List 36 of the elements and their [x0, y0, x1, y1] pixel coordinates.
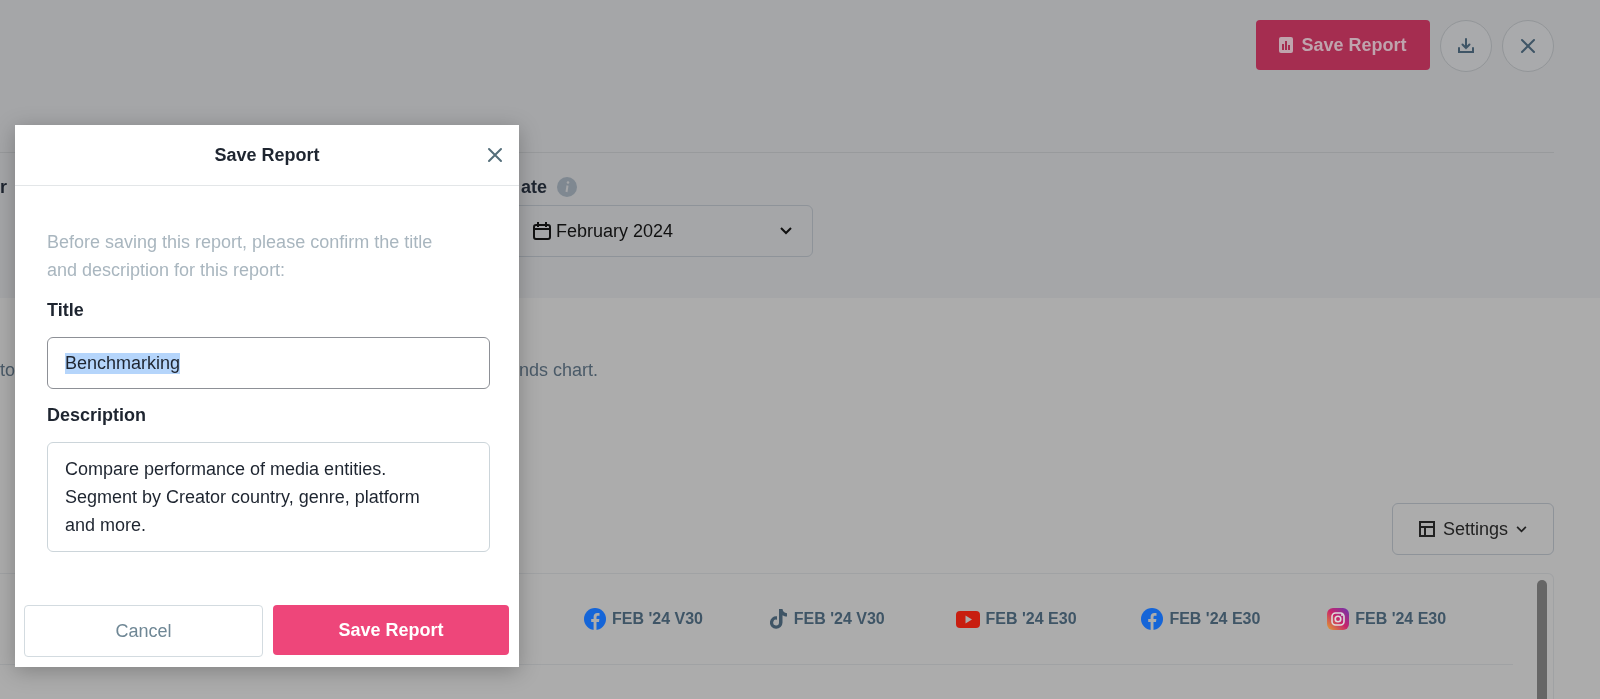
- calendar-icon: [532, 221, 552, 241]
- dialog-title: Save Report: [214, 144, 320, 166]
- description-text: nds chart.: [519, 359, 599, 381]
- chevron-down-icon: [780, 227, 792, 235]
- scrollbar[interactable]: [1537, 580, 1547, 699]
- settings-button[interactable]: Settings: [1392, 503, 1554, 555]
- field-label: Title: [47, 300, 85, 321]
- cancel-button[interactable]: Cancel: [24, 605, 263, 657]
- facebook-icon: [1141, 608, 1164, 630]
- tiktok-icon: [769, 608, 788, 630]
- title-input-field[interactable]: Benchmarking: [47, 337, 490, 389]
- dialog-message: Before saving this report, please confirm the title and description for this report:: [47, 231, 434, 282]
- download-button[interactable]: [1440, 20, 1492, 72]
- column-header: FEB '24 V30: [612, 610, 703, 628]
- download-icon: [1457, 37, 1475, 55]
- filter-label: ate: [521, 176, 548, 198]
- description-text-area[interactable]: Compare performance of media entities. Segment by Creator country, genre, platform and more.: [47, 442, 490, 552]
- column-header: FEB '24 E30: [1355, 610, 1447, 628]
- instagram-icon: [1327, 608, 1350, 630]
- facebook-icon: [584, 608, 606, 630]
- info-icon: [557, 177, 578, 197]
- column-header: FEB '24 V30: [793, 610, 885, 628]
- youtube-icon: [955, 610, 980, 628]
- chart-icon: [1279, 37, 1294, 53]
- close-icon: [487, 147, 503, 163]
- chevron-down-icon: [1516, 525, 1527, 533]
- column-header: FEB '24 E30: [985, 610, 1077, 628]
- filter-label: r: [0, 176, 7, 198]
- save-report-button[interactable]: Save Report: [273, 605, 509, 655]
- layout-icon: [1418, 521, 1435, 537]
- field-label: Description: [47, 405, 148, 426]
- close-button[interactable]: [1502, 20, 1554, 72]
- description-text: to: [0, 359, 15, 381]
- column-header: FEB '24 E30: [1169, 610, 1261, 628]
- close-icon: [1520, 38, 1536, 54]
- close-button[interactable]: [485, 145, 505, 165]
